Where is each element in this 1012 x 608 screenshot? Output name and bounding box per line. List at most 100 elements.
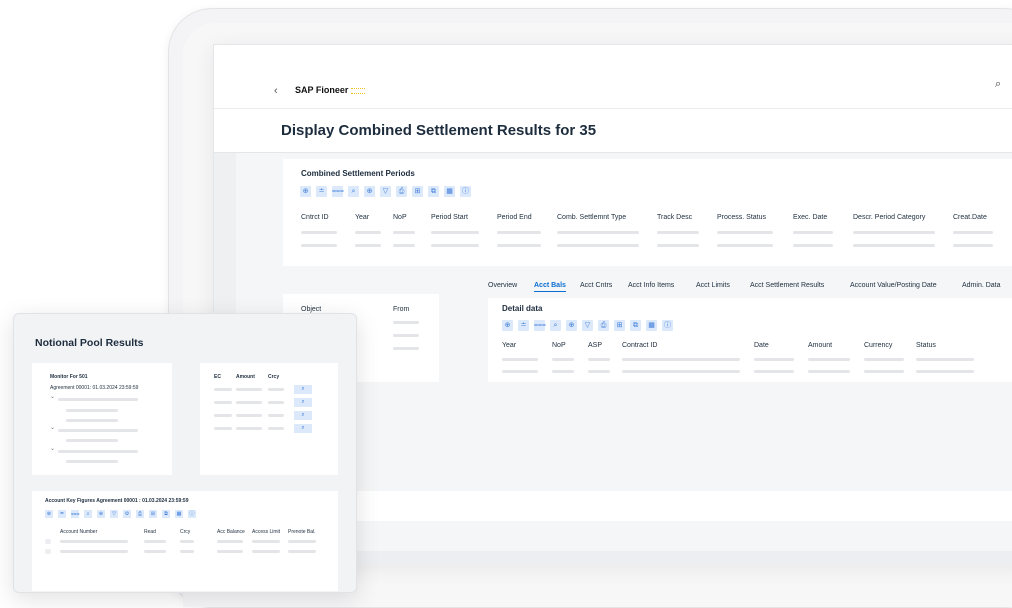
placeholder-bar [864,358,904,361]
column-header[interactable]: Status [916,342,936,349]
toolbar-button[interactable]: ≐ [58,510,66,518]
column-header[interactable]: Exec. Date [793,214,827,221]
tab-bar: Overview Acct Bals Acct Cntrs Acct Info Ite… [488,282,1012,296]
column-header[interactable]: Period End [497,214,532,221]
placeholder-bar [657,231,699,234]
toolbar-button[interactable]: ⌕ [550,320,561,331]
column-header[interactable]: Comb. Settlemnt Type [557,214,626,221]
toolbar-button[interactable]: ⊕ [300,186,311,197]
toolbar-button[interactable]: ⧉ [162,510,170,518]
tab-overview[interactable]: Overview [488,282,517,289]
column-header[interactable]: Creat.Date [953,214,987,221]
toolbar-button[interactable]: ≐ [316,186,327,197]
query-button[interactable]: ⌕ [294,398,312,407]
toolbar-button[interactable]: ≐ [518,320,529,331]
placeholder-bar [393,244,415,247]
column-header[interactable]: Cntrct ID [301,214,329,221]
toolbar-button[interactable]: ⧉ [630,320,641,331]
toolbar-button[interactable]: ⎙ [598,320,609,331]
query-button[interactable]: ⌕ [294,411,312,420]
toolbar-button[interactable]: ⚙ [123,510,131,518]
search-icon[interactable]: ⌕ [995,78,1001,91]
column-header[interactable]: Date [754,342,769,349]
amount-column: Amount [236,374,255,380]
notional-pool-dialog: Notional Pool Results Monitor For 501 Ag… [13,313,357,593]
tab-acct-cntrs[interactable]: Acct Cntrs [580,282,612,289]
ec-column: EC [214,374,221,380]
toolbar-button[interactable]: ⩶ [534,320,546,331]
toolbar-button[interactable]: ⊞ [614,320,625,331]
toolbar-button[interactable]: ⎙ [136,510,144,518]
chevron-down-icon[interactable]: ⌄ [50,445,55,452]
tab-acct-info-items[interactable]: Acct Info Items [628,282,674,289]
placeholder-bar [217,540,243,543]
column-header[interactable]: NoP [552,342,566,349]
placeholder-bar [502,370,538,373]
column-header[interactable]: Amount [808,342,832,349]
column-header[interactable]: Year [502,342,516,349]
tab-acct-settlement-results[interactable]: Acct Settlement Results [750,282,824,289]
column-header[interactable]: Contract ID [622,342,657,349]
column-header[interactable]: Read [144,529,156,535]
column-header[interactable]: Period Start [431,214,468,221]
column-header[interactable]: ASP [588,342,602,349]
toolbar-button[interactable]: ⊞ [412,186,423,197]
toolbar-button[interactable]: ⌕ [84,510,92,518]
toolbar-button[interactable]: ⌕ [348,186,359,197]
toolbar-button[interactable]: ▽ [582,320,593,331]
tab-admin-data[interactable]: Admin. Data [962,282,1001,289]
query-button[interactable]: ⌕ [294,385,312,394]
toolbar-button[interactable]: ⓘ [460,186,471,197]
toolbar-button[interactable]: ▽ [380,186,391,197]
placeholder-bar [497,244,541,247]
toolbar-button[interactable]: ⧉ [428,186,439,197]
placeholder-bar [622,358,740,361]
column-header[interactable]: Descr. Period Category [853,214,925,221]
column-header[interactable]: Process. Status [717,214,766,221]
toolbar-button[interactable]: ⊕ [45,510,53,518]
placeholder-bar [268,427,284,430]
column-header[interactable]: Acc Balance [217,529,245,535]
toolbar-button[interactable]: ⊕ [97,510,105,518]
column-header[interactable]: Account Number [60,529,97,535]
placeholder-bar [268,401,284,404]
chevron-down-icon[interactable]: ⌄ [50,393,55,400]
column-header[interactable]: Track Desc [657,214,692,221]
tab-acct-bals[interactable]: Acct Bals [534,282,566,292]
column-header[interactable]: NoP [393,214,407,221]
placeholder-bar [214,401,232,404]
checkbox[interactable] [45,549,51,554]
placeholder-bar [754,358,794,361]
toolbar-button[interactable]: ▽ [110,510,118,518]
toolbar-button[interactable]: ⊕ [364,186,375,197]
checkbox[interactable] [45,539,51,544]
back-icon[interactable]: ‹ [274,85,278,97]
toolbar-button[interactable]: ⩶ [332,186,344,197]
toolbar-button[interactable]: ⓘ [662,320,673,331]
toolbar-button[interactable]: ⊞ [149,510,157,518]
toolbar-button[interactable]: ▦ [175,510,183,518]
brand-logo[interactable]: SAP Fioneer [295,85,366,95]
placeholder-bar [853,231,935,234]
tab-account-value-posting-date[interactable]: Account Value/Posting Date [850,282,937,289]
column-header[interactable]: Access Limit [252,529,280,535]
toolbar-button[interactable]: ▦ [646,320,657,331]
chevron-down-icon[interactable]: ⌄ [50,424,55,431]
toolbar-button[interactable]: ⎙ [396,186,407,197]
placeholder-bar [502,358,538,361]
column-header[interactable]: Currency [864,342,892,349]
query-button[interactable]: ⌕ [294,424,312,433]
column-header[interactable]: Prenote Bal. [288,529,316,535]
placeholder-bar [864,370,904,373]
agreement-label: Agreement 00001: 01.03.2024 23:59:59 [50,385,139,391]
toolbar-button[interactable]: ⩶ [71,510,80,518]
toolbar-button[interactable]: ⊕ [502,320,513,331]
from-label: From [393,306,410,313]
toolbar-button[interactable]: ⊕ [566,320,577,331]
tab-acct-limits[interactable]: Acct Limits [696,282,730,289]
placeholder-bar [717,231,773,234]
column-header[interactable]: Year [355,214,369,221]
toolbar-button[interactable]: ▦ [444,186,455,197]
column-header[interactable]: Crcy [180,529,190,535]
toolbar-button[interactable]: ⓘ [188,510,196,518]
